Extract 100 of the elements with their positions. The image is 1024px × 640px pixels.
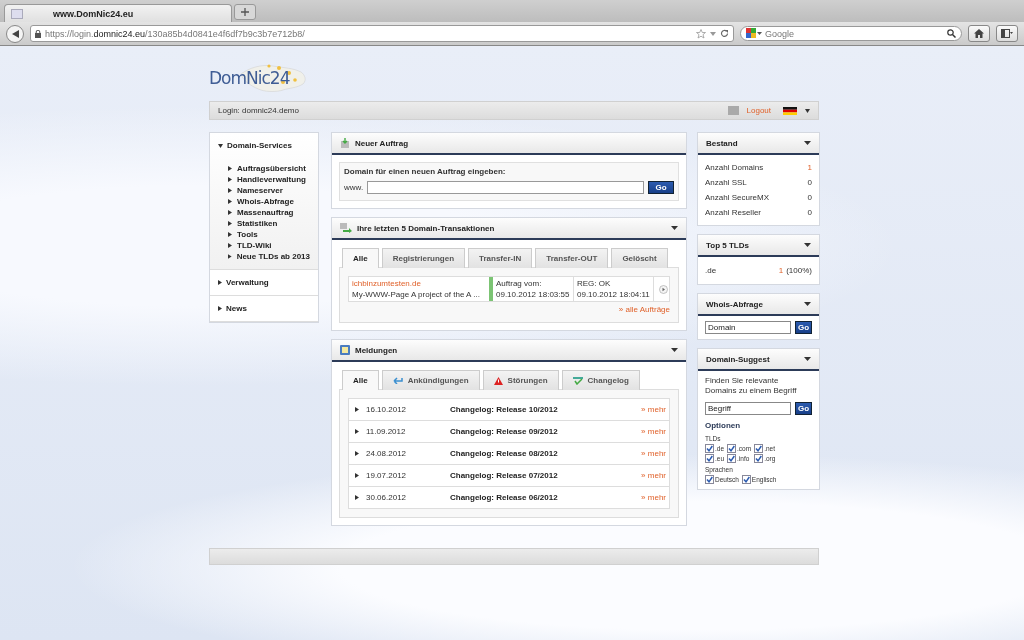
sidebar-subitem[interactable]: Auftragsübersicht xyxy=(228,164,310,173)
panel-title: Meldungen xyxy=(355,345,399,355)
description-text: My-WWW-Page A project of the A ... xyxy=(352,290,481,299)
checkbox[interactable] xyxy=(741,474,751,484)
tld-share: (100%) xyxy=(786,266,812,275)
sidebar-button[interactable] xyxy=(996,25,1018,42)
sidebar-subitem[interactable]: Handleverwaltung xyxy=(228,175,310,184)
go-button[interactable]: Go xyxy=(648,181,674,194)
tld-count-link[interactable]: 1 xyxy=(778,266,784,275)
stat-label: Anzahl SecureMX xyxy=(705,193,770,202)
tld-label: .de xyxy=(705,266,717,275)
back-button[interactable] xyxy=(6,24,24,43)
search-box[interactable]: Google xyxy=(740,26,962,41)
checkbox[interactable] xyxy=(727,453,737,463)
caret-right-icon xyxy=(228,221,232,226)
more-link[interactable]: » mehr xyxy=(641,493,666,502)
sidebar-subitem[interactable]: TLD-Wiki xyxy=(228,241,310,250)
caret-right-icon xyxy=(228,243,232,248)
tab[interactable]: Alle xyxy=(342,370,379,390)
new-tab-button[interactable] xyxy=(234,4,256,20)
checkbox[interactable] xyxy=(705,453,714,463)
plus-icon xyxy=(241,8,249,16)
sidebar-item[interactable]: News xyxy=(218,304,310,313)
more-link[interactable]: » mehr xyxy=(641,471,666,480)
german-flag-icon[interactable] xyxy=(783,106,797,115)
more-link[interactable]: » mehr xyxy=(641,427,666,436)
checkbox[interactable] xyxy=(754,453,764,463)
caret-right-icon[interactable] xyxy=(355,407,359,412)
sidebar-subitem[interactable]: Whois-Abfrage xyxy=(228,197,310,206)
caret-right-icon xyxy=(228,166,232,171)
caret-down-icon[interactable] xyxy=(804,141,811,145)
caret-down-icon[interactable] xyxy=(671,348,678,352)
stat-link[interactable]: 1 xyxy=(807,163,812,172)
message-date: 30.06.2012 xyxy=(366,493,407,502)
term-search-field[interactable]: Begriff xyxy=(705,401,791,415)
caret-right-icon[interactable] xyxy=(355,429,359,434)
domain-input-field[interactable] xyxy=(367,181,644,194)
caret-right-icon[interactable] xyxy=(355,495,359,500)
all-orders-link[interactable]: » alle Aufträge xyxy=(348,305,670,314)
stat-label: Anzahl Domains xyxy=(705,163,764,172)
tab[interactable]: Registrierungen xyxy=(381,248,465,268)
logo-text: DomNic24 xyxy=(209,68,290,88)
sidebar-item[interactable]: Verwaltung xyxy=(218,278,310,287)
caret-down-icon[interactable] xyxy=(671,226,678,230)
star-icon[interactable] xyxy=(696,28,706,39)
go-button[interactable]: Go xyxy=(795,321,812,334)
go-button[interactable]: Go xyxy=(795,401,812,415)
caret-right-icon xyxy=(228,232,232,237)
panel-title: Top 5 TLDs xyxy=(706,240,750,250)
caret-right-icon xyxy=(228,188,232,193)
tab[interactable]: Ankündigungen xyxy=(381,370,480,390)
caret-right-icon[interactable] xyxy=(355,451,359,456)
suggest-description: Finden Sie relevante Domains zu einem Begriff xyxy=(705,376,798,397)
sidebar-subitem[interactable]: Statistiken xyxy=(228,219,310,228)
checkbox[interactable] xyxy=(705,474,714,484)
tab[interactable]: Changelog xyxy=(561,370,640,390)
tab[interactable]: Alle xyxy=(342,248,379,268)
caret-right-icon xyxy=(228,199,232,204)
tab[interactable]: Transfer-IN xyxy=(468,248,533,268)
sidebar-subitem[interactable]: Tools xyxy=(228,230,310,239)
checkbox[interactable] xyxy=(727,443,737,453)
caret-down-icon[interactable] xyxy=(804,357,811,361)
tab[interactable]: Transfer-OUT xyxy=(535,248,609,268)
domain-link[interactable]: ichbinzumtesten.de xyxy=(352,279,486,288)
more-link[interactable]: » mehr xyxy=(641,449,666,458)
transfer-arrow-icon xyxy=(340,223,352,233)
message-date: 16.10.2012 xyxy=(366,405,407,414)
domain-search-field[interactable]: Domain xyxy=(705,321,791,334)
sidebar-item[interactable]: Domain-Services xyxy=(218,141,310,150)
address-field[interactable]: https://login.domnic24.eu/130a85b4d0841e4f6df7b9c3b7e712b8/ xyxy=(30,25,734,42)
arrow-icon xyxy=(392,377,403,384)
home-button[interactable] xyxy=(968,25,990,42)
notepad-icon xyxy=(340,345,350,355)
reload-icon[interactable] xyxy=(720,29,729,38)
caret-down-icon[interactable] xyxy=(804,302,811,306)
login-label: Login: domnic24.demo xyxy=(218,106,300,115)
tab[interactable]: Gelöscht xyxy=(611,248,668,268)
panel-title: Ihre letzten 5 Domain-Transaktionen xyxy=(357,223,496,233)
tab[interactable]: Störungen xyxy=(482,370,559,390)
sidebar-subitem[interactable]: Neue TLDs ab 2013 xyxy=(228,252,310,261)
caret-down-icon[interactable] xyxy=(805,108,810,113)
sidebar-subitem[interactable]: Nameserver xyxy=(228,186,310,195)
google-icon xyxy=(746,28,762,39)
caret-right-icon[interactable] xyxy=(355,473,359,478)
checkbox[interactable] xyxy=(705,443,714,453)
dropdown-icon[interactable] xyxy=(710,31,716,36)
search-icon[interactable] xyxy=(947,29,956,38)
more-link[interactable]: » mehr xyxy=(641,405,666,414)
check-icon xyxy=(572,376,583,385)
caret-right-icon xyxy=(228,254,232,259)
caret-down-icon[interactable] xyxy=(804,243,811,247)
sidebar-subitem[interactable]: Massenauftrag xyxy=(228,208,310,217)
panel-title: Domain-Suggest xyxy=(706,354,771,364)
browser-tab[interactable]: www.DomNic24.eu xyxy=(4,4,232,22)
sidebar-icon xyxy=(1001,29,1013,38)
caret-right-icon xyxy=(228,177,232,182)
lock-icon xyxy=(35,29,41,38)
checkbox[interactable] xyxy=(754,443,764,453)
status-date: 09.10.2012 18:04:11 xyxy=(577,290,650,299)
stat-label: Anzahl Reseller xyxy=(705,208,762,217)
